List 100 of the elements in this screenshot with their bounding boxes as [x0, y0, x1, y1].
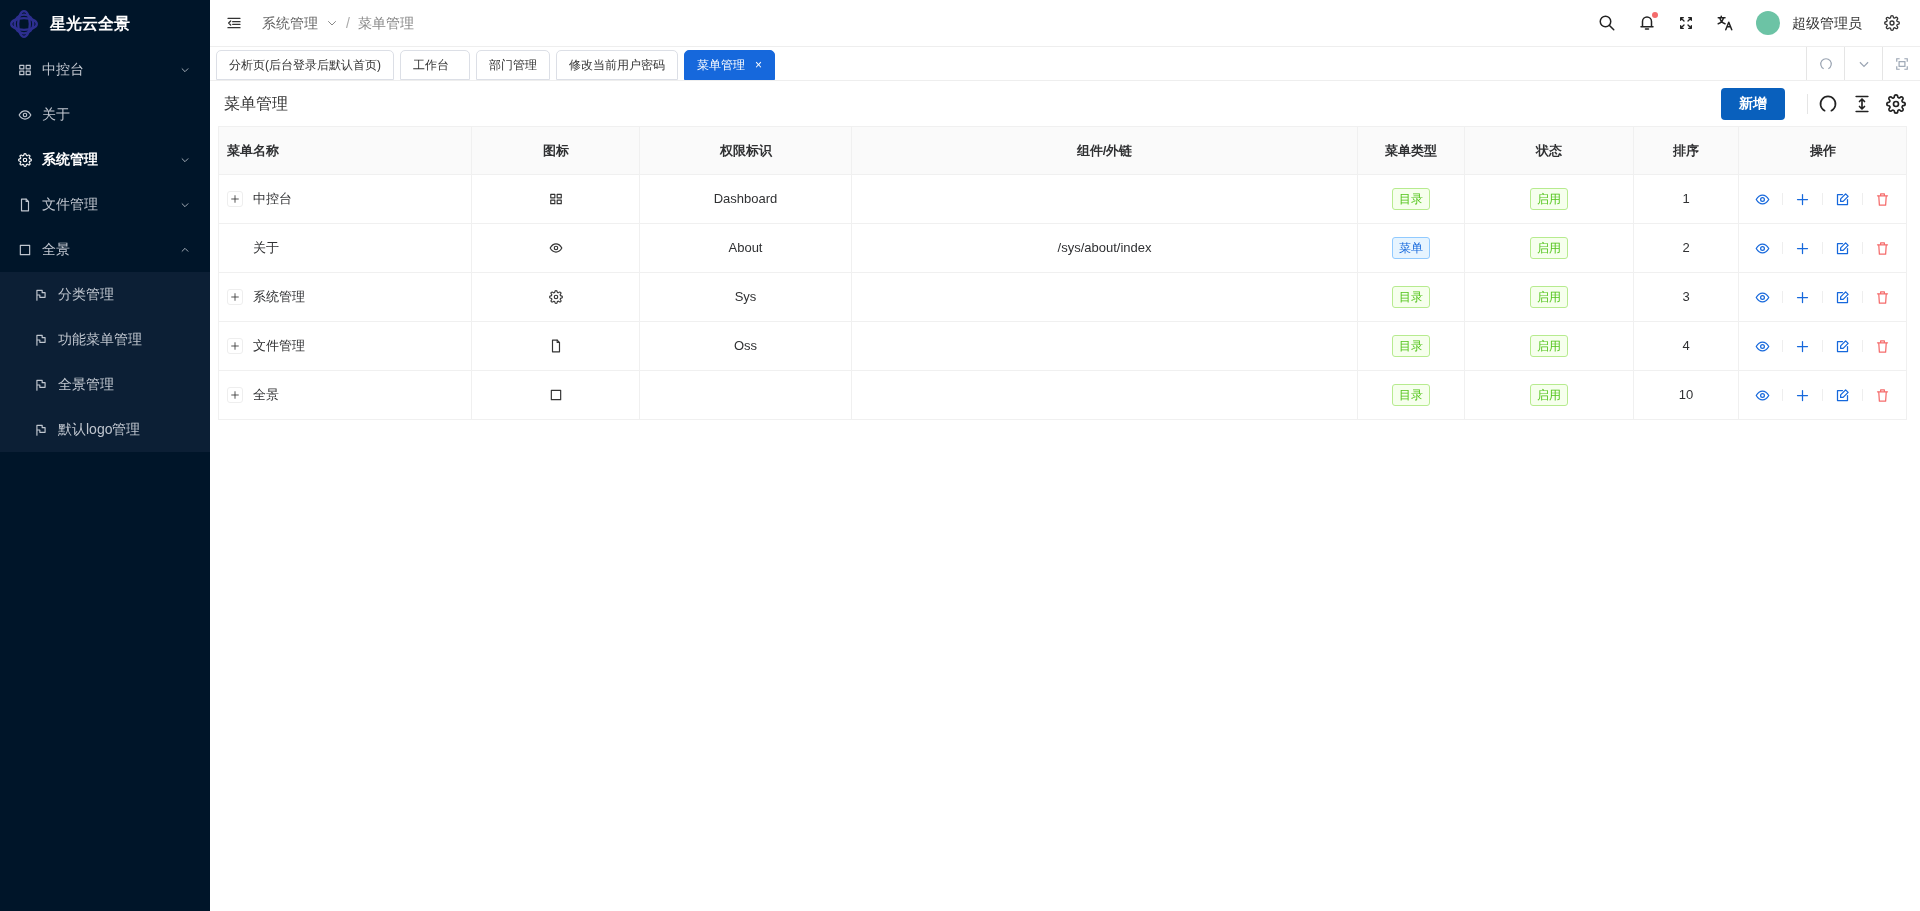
delete-button[interactable] [1875, 338, 1890, 354]
view-button[interactable] [1755, 387, 1770, 403]
delete-button[interactable] [1875, 191, 1890, 207]
permission-text: Dashboard [713, 191, 778, 207]
plus-icon [230, 292, 240, 302]
eye-icon [18, 107, 32, 122]
menu-name: 中控台 [253, 190, 292, 209]
tab[interactable]: 部门管理 [476, 50, 550, 80]
sidebar-item[interactable]: 文件管理 [0, 182, 210, 227]
fullscreen-icon[interactable] [1678, 15, 1694, 31]
eye-icon [1755, 387, 1770, 403]
flag-icon [34, 287, 48, 302]
eye-icon [1755, 289, 1770, 305]
tab[interactable]: 菜单管理 × [684, 50, 775, 80]
status-tag: 启用 [1530, 237, 1568, 259]
sidebar-subitem[interactable]: 分类管理 [0, 272, 210, 317]
trash-icon [1875, 240, 1890, 256]
add-child-button[interactable] [1795, 289, 1810, 305]
view-button[interactable] [1755, 338, 1770, 354]
add-child-button[interactable] [1795, 240, 1810, 256]
column-header: 菜单名称 [218, 126, 472, 175]
search-icon[interactable] [1598, 14, 1616, 32]
notification-button[interactable] [1638, 14, 1656, 32]
sort-order: 10 [1678, 387, 1694, 403]
logo-icon [10, 9, 38, 38]
page-title: 菜单管理 [224, 93, 288, 114]
plus-icon [1795, 338, 1810, 354]
type-tag: 目录 [1392, 286, 1430, 308]
add-button[interactable]: 新增 [1721, 87, 1785, 120]
plus-icon [1795, 240, 1810, 256]
app-title: 星光云全景 [50, 13, 130, 34]
delete-button[interactable] [1875, 240, 1890, 256]
permission-text: About [728, 240, 763, 256]
menu-icon[interactable] [226, 15, 242, 31]
plus-icon [1795, 387, 1810, 403]
view-button[interactable] [1755, 191, 1770, 207]
sidebar-item[interactable]: 中控台 [0, 47, 210, 92]
status-tag: 启用 [1530, 188, 1568, 210]
column-height-icon[interactable] [1852, 93, 1872, 114]
edit-button[interactable] [1835, 191, 1850, 207]
view-button[interactable] [1755, 289, 1770, 305]
sidebar-subitem[interactable]: 默认logo管理 [0, 407, 210, 452]
refresh-icon[interactable] [1818, 93, 1838, 114]
eye-icon [548, 241, 563, 255]
breadcrumb-separator: / [346, 13, 350, 33]
sidebar-item[interactable]: 系统管理 [0, 137, 210, 182]
edit-button[interactable] [1835, 289, 1850, 305]
plus-icon [230, 194, 240, 204]
settings-icon[interactable] [1886, 93, 1906, 114]
plus-icon [1795, 289, 1810, 305]
add-child-button[interactable] [1795, 191, 1810, 207]
column-header: 排序 [1633, 126, 1739, 175]
type-tag: 目录 [1392, 384, 1430, 406]
add-child-button[interactable] [1795, 387, 1810, 403]
flag-icon [34, 377, 48, 392]
edit-button[interactable] [1835, 387, 1850, 403]
tab[interactable]: 工作台 [400, 50, 470, 80]
user-name[interactable]: 超级管理员 [1792, 12, 1862, 34]
edit-button[interactable] [1835, 338, 1850, 354]
grid-icon [548, 192, 563, 206]
trash-icon [1875, 387, 1890, 403]
status-tag: 启用 [1530, 286, 1568, 308]
permission-text: Oss [733, 338, 758, 354]
settings-icon [548, 290, 563, 304]
translate-icon[interactable] [1716, 14, 1734, 32]
menu-name: 文件管理 [253, 337, 305, 356]
grid-icon [18, 62, 32, 77]
sort-order: 4 [1682, 338, 1690, 354]
flag-icon [34, 332, 48, 347]
column-header: 菜单类型 [1357, 126, 1465, 175]
sort-order: 3 [1682, 289, 1690, 305]
delete-button[interactable] [1875, 387, 1890, 403]
status-tag: 启用 [1530, 335, 1568, 357]
type-tag: 目录 [1392, 335, 1430, 357]
bell-icon [1638, 14, 1656, 32]
column-header: 操作 [1738, 126, 1907, 175]
settings-icon[interactable] [1884, 15, 1900, 31]
edit-button[interactable] [1835, 240, 1850, 256]
sidebar-subitem[interactable]: 功能菜单管理 [0, 317, 210, 362]
square-icon [18, 242, 32, 257]
settings-icon [18, 152, 32, 167]
edit-icon [1835, 338, 1850, 354]
breadcrumb-item[interactable]: 系统管理 [262, 12, 318, 34]
trash-icon [1875, 338, 1890, 354]
tab[interactable]: 分析页(后台登录后默认首页) [216, 50, 394, 80]
edit-icon [1835, 289, 1850, 305]
eye-icon [1755, 191, 1770, 207]
tab[interactable]: 修改当前用户密码 [556, 50, 678, 80]
eye-icon [1755, 240, 1770, 256]
sort-order: 1 [1682, 191, 1690, 207]
breadcrumb-item[interactable]: 菜单管理 [357, 12, 414, 34]
sidebar-subitem[interactable]: 全景管理 [0, 362, 210, 407]
edit-icon [1835, 240, 1850, 256]
menu-name: 系统管理 [253, 288, 305, 307]
sidebar-item[interactable]: 关于 [0, 92, 210, 137]
delete-button[interactable] [1875, 289, 1890, 305]
view-button[interactable] [1755, 240, 1770, 256]
sidebar-item[interactable]: 全景 [0, 227, 210, 272]
add-child-button[interactable] [1795, 338, 1810, 354]
column-header: 图标 [471, 126, 640, 175]
